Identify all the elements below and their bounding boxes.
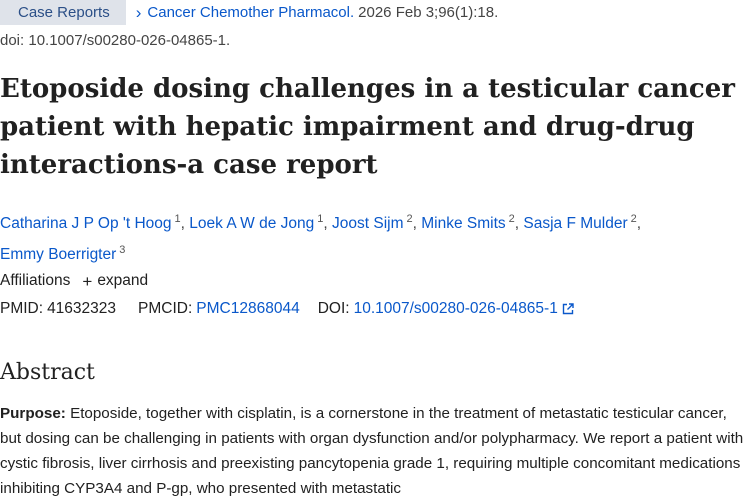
- journal-citation: › Cancer Chemother Pharmacol. 2026 Feb 3…: [136, 4, 499, 21]
- chevron-right-icon[interactable]: ›: [136, 4, 142, 21]
- author-link[interactable]: Minke Smits: [421, 215, 505, 232]
- author-link[interactable]: Joost Sijm: [332, 215, 404, 232]
- affiliations-label: Affiliations: [0, 272, 71, 289]
- author-link[interactable]: Sasja F Mulder: [523, 215, 627, 232]
- pmid-value: 41632323: [47, 300, 117, 317]
- abstract-heading: Abstract: [0, 360, 95, 385]
- purpose-label: Purpose:: [0, 405, 66, 422]
- identifiers: PMID: 41632323 PMCID: PMC12868044 DOI: 1…: [0, 300, 574, 318]
- abstract-text: Purpose: Etoposide, together with cispla…: [0, 401, 745, 501]
- affiliation-number[interactable]: 3: [119, 244, 125, 256]
- expand-button[interactable]: expand: [97, 272, 148, 290]
- citation-details: 2026 Feb 3;96(1):18.: [358, 4, 499, 21]
- article-header: Case Reports › Cancer Chemother Pharmaco…: [0, 0, 498, 25]
- doi-label: DOI:: [317, 300, 350, 317]
- author-link[interactable]: Loek A W de Jong: [189, 215, 314, 232]
- author-link[interactable]: Catharina J P Op 't Hoog: [0, 215, 172, 232]
- pmcid-label: PMCID:: [138, 300, 193, 317]
- author-link[interactable]: Emmy Boerrigter: [0, 246, 116, 263]
- purpose-text: Etoposide, together with cisplatin, is a…: [0, 405, 744, 497]
- plus-icon[interactable]: +: [82, 273, 92, 290]
- doi-citation: doi: 10.1007/s00280-026-04865-1.: [0, 32, 231, 49]
- publication-type-badge[interactable]: Case Reports: [0, 0, 126, 25]
- affiliations-toggle[interactable]: Affiliations + expand: [0, 272, 148, 290]
- journal-link[interactable]: Cancer Chemother Pharmacol.: [147, 4, 354, 21]
- external-link-icon[interactable]: [562, 303, 574, 315]
- authors-list: Catharina J P Op 't Hoog 1, Loek A W de J…: [0, 213, 642, 263]
- article-title: Etoposide dosing challenges in a testicu…: [0, 74, 736, 180]
- pmcid-link[interactable]: PMC12868044: [196, 300, 299, 318]
- pmid-label: PMID:: [0, 300, 44, 317]
- doi-link[interactable]: 10.1007/s00280-026-04865-1: [354, 300, 558, 318]
